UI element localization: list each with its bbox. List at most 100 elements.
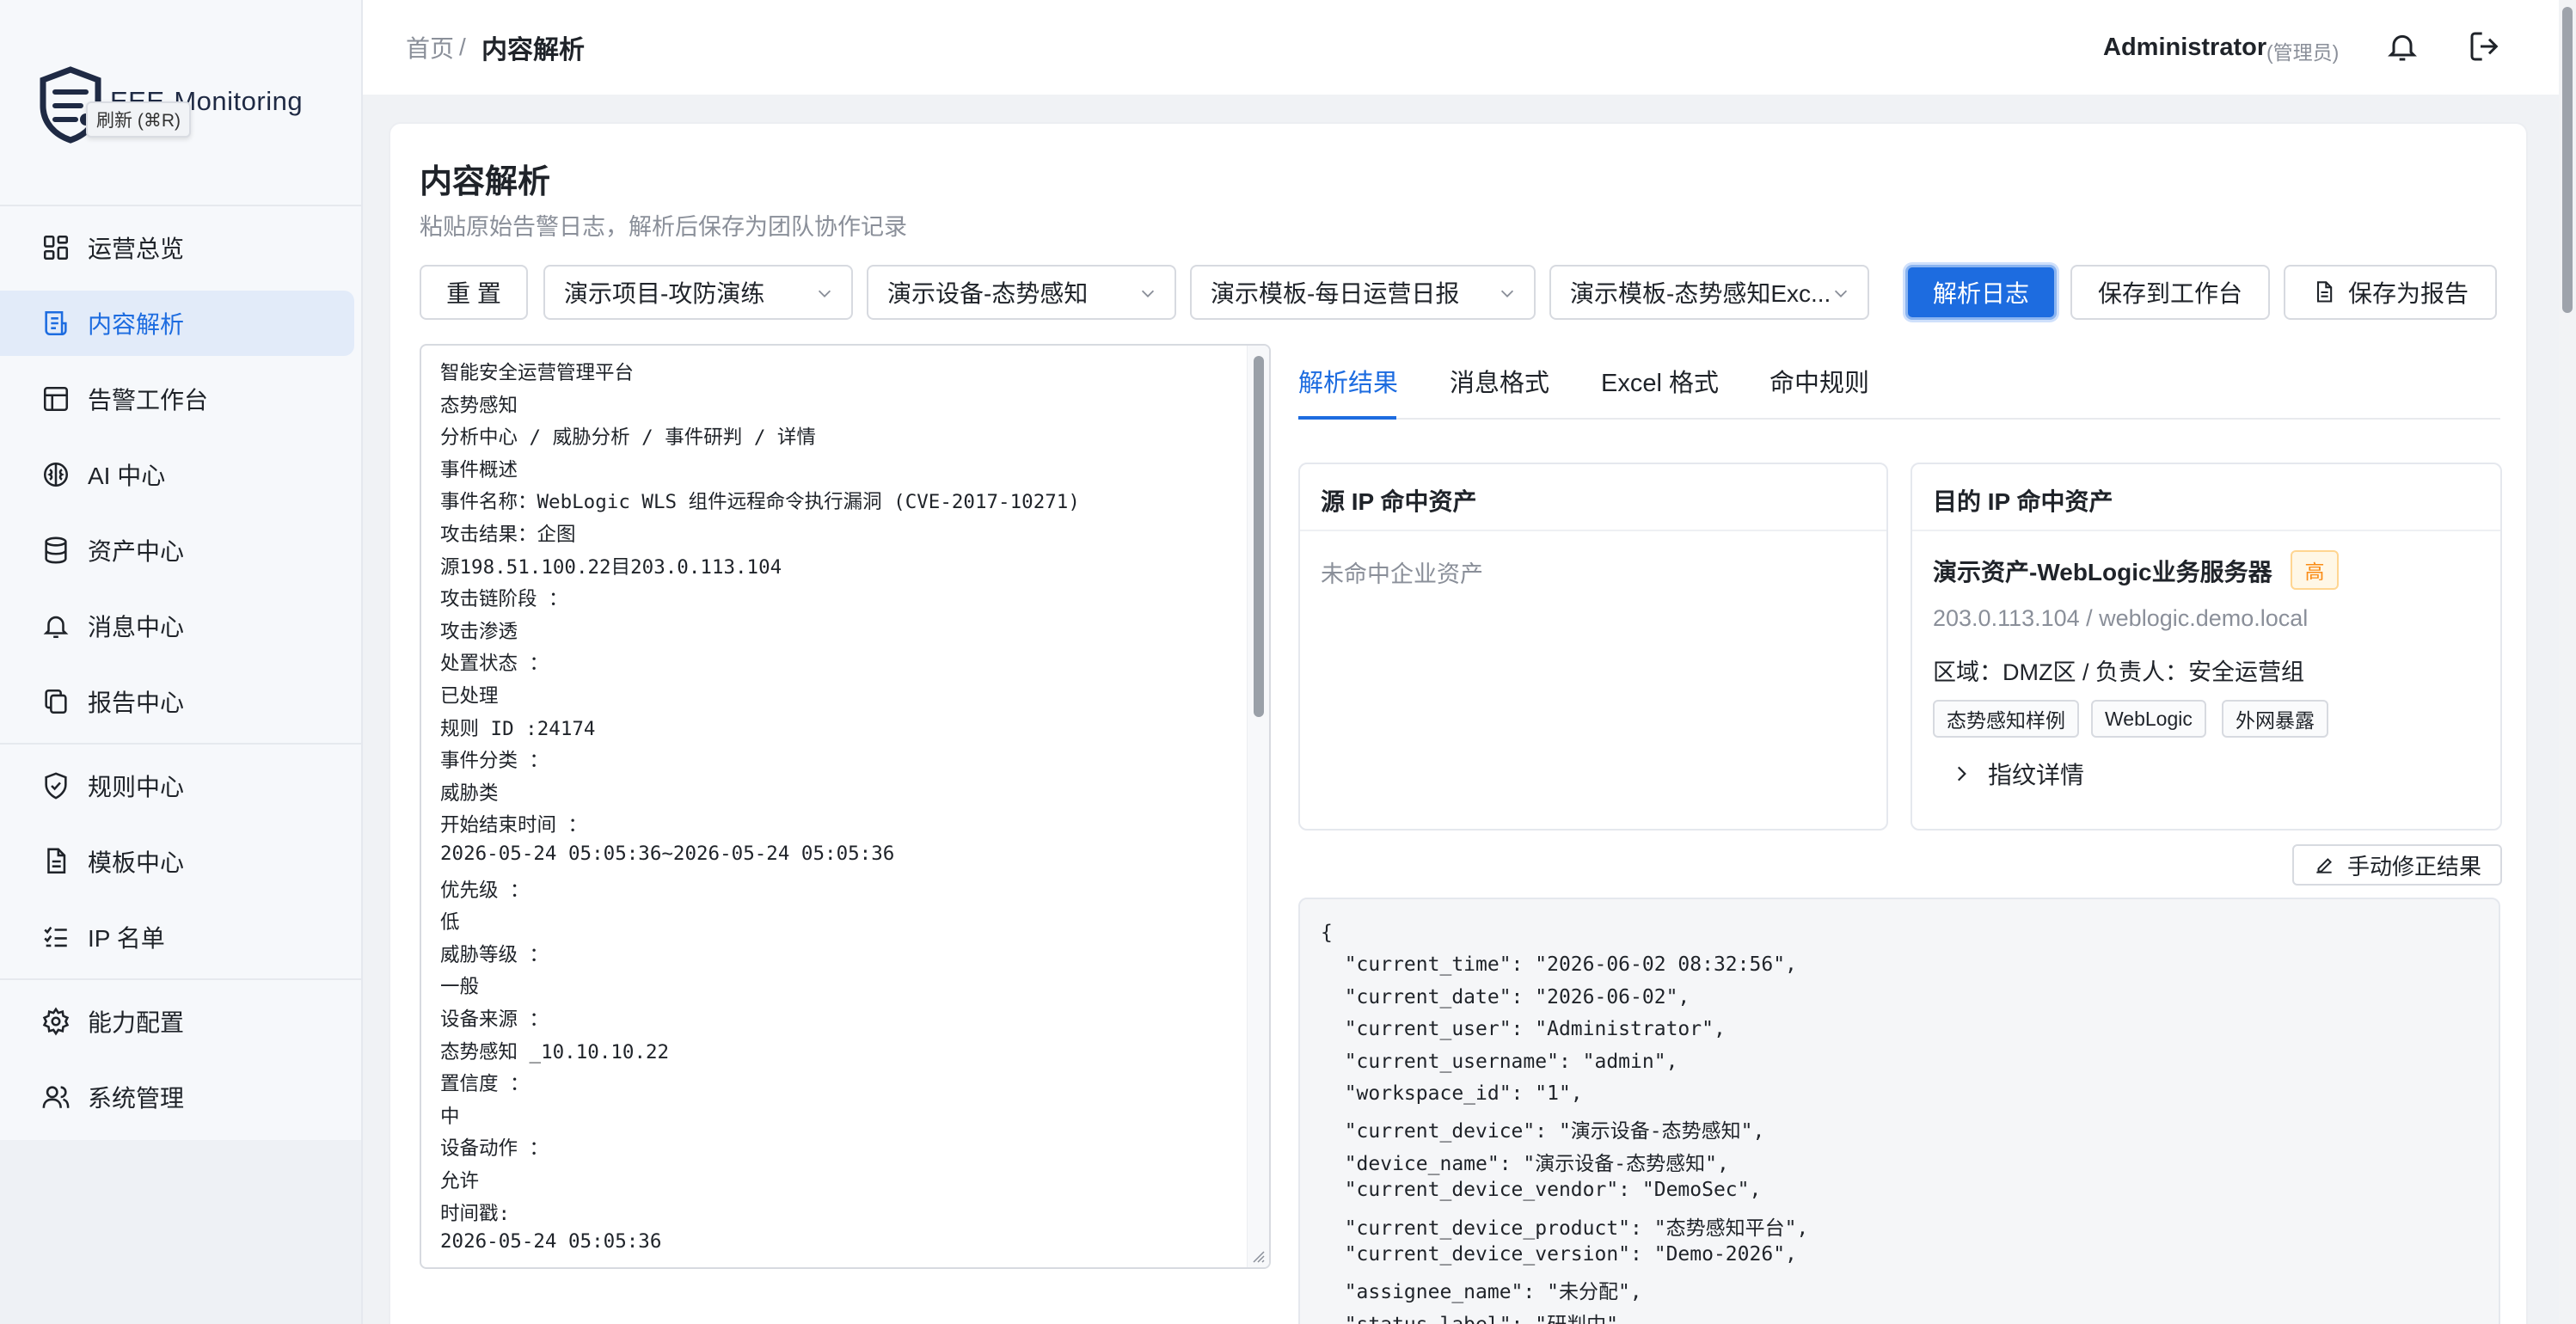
- sidebar-item-overview[interactable]: 运营总览: [0, 215, 354, 280]
- fingerprint-details-label: 指纹详情: [1988, 762, 2085, 788]
- json-line: {: [1321, 922, 1333, 944]
- content-card: 内容解析 粘贴原始告警日志，解析后保存为团队协作记录 重 置 演示项目-攻防演练…: [389, 122, 2528, 1324]
- chevron-down-icon: [818, 290, 831, 297]
- log-line: 时间戳:: [440, 1202, 511, 1225]
- logout-icon[interactable]: [2468, 29, 2502, 64]
- tab-message-format[interactable]: 消息格式: [1450, 363, 1549, 399]
- json-line: "current_device_product": "态势感知平台",: [1321, 1217, 1809, 1240]
- log-line: 源198.51.100.22目203.0.113.104: [440, 555, 782, 579]
- excel-template-select[interactable]: 演示模板-态势感知Exc...: [1549, 265, 1869, 320]
- log-line: 中: [440, 1105, 460, 1128]
- log-line: 事件名称：WebLogic WLS 组件远程命令执行漏洞 (CVE-2017-1…: [440, 491, 1080, 514]
- sidebar-item-alert-workbench[interactable]: 告警工作台: [0, 366, 354, 432]
- sidebar-item-content-parse[interactable]: 内容解析: [0, 291, 354, 356]
- project-select[interactable]: 演示项目-攻防演练: [543, 265, 853, 320]
- json-line: "current_device": "演示设备-态势感知",: [1321, 1120, 1765, 1143]
- sidebar-item-report-center[interactable]: 报告中心: [0, 669, 354, 734]
- panel-title: 源 IP 命中资产: [1321, 488, 1477, 515]
- json-line: "current_username": "admin",: [1321, 1050, 1678, 1073]
- save-as-report-button[interactable]: 保存为报告: [2284, 265, 2497, 320]
- sidebar-item-ip-list[interactable]: IP 名单: [0, 904, 354, 970]
- json-line: "current_device_vendor": "DemoSec",: [1321, 1179, 1762, 1202]
- gear-icon: [42, 1007, 70, 1036]
- top-header: 首页 / 内容解析 Administrator (管理员): [363, 0, 2561, 95]
- dest-ip-asset-panel: 目的 IP 命中资产 演示资产-WebLogic业务服务器 高 203.0.11…: [1911, 463, 2502, 831]
- asset-address: 203.0.113.104 / weblogic.demo.local: [1933, 605, 2309, 631]
- tabs-divider: [1298, 418, 2500, 420]
- log-line: 2026-05-24 05:05:36: [440, 1230, 662, 1254]
- chevron-down-icon: [1834, 290, 1848, 297]
- sidebar-item-label: 告警工作台: [88, 387, 209, 414]
- sidebar-footer: [0, 1140, 361, 1324]
- user-name[interactable]: Administrator: [2103, 34, 2266, 62]
- sidebar-item-system-admin[interactable]: 系统管理: [0, 1064, 354, 1130]
- sidebar-item-label: 消息中心: [88, 614, 185, 641]
- sidebar-item-label: 内容解析: [88, 311, 185, 338]
- json-line: "workspace_id": "1",: [1321, 1082, 1583, 1105]
- page-scrollbar-thumb[interactable]: [2562, 7, 2573, 313]
- chevron-right-icon: [1957, 766, 1966, 782]
- json-line: "current_date": "2026-06-02",: [1321, 985, 1690, 1008]
- log-line: 设备来源 ：: [440, 1008, 549, 1031]
- bell-icon[interactable]: [2385, 29, 2420, 64]
- parse-log-button[interactable]: 解析日志: [1905, 265, 2057, 320]
- file-icon: [2316, 281, 2333, 303]
- manual-fix-button[interactable]: 手动修正结果: [2292, 844, 2502, 886]
- sidebar-item-label: 规则中心: [88, 774, 185, 800]
- log-line: 攻击结果：企图: [440, 524, 576, 546]
- json-result-viewer: { "current_time": "2026-06-02 08:32:56",…: [1298, 898, 2500, 1324]
- log-line: 2026-05-24 05:05:36~2026-05-24 05:05:36: [440, 843, 895, 865]
- edit-icon: [2316, 858, 2332, 873]
- fingerprint-details-toggle[interactable]: 指纹详情: [1950, 757, 2084, 791]
- sidebar-item-message-center[interactable]: 消息中心: [0, 593, 354, 659]
- sidebar-item-ai-center[interactable]: AI 中心: [0, 442, 354, 507]
- json-line: "current_time": "2026-06-02 08:32:56",: [1321, 953, 1797, 977]
- sidebar: EEE-Monitoring 刷新 (⌘R) 运营总览 内容解析 告警工作台 A…: [0, 0, 363, 1324]
- panel-title: 目的 IP 命中资产: [1933, 488, 2113, 515]
- template-select[interactable]: 演示模板-每日运营日报: [1190, 265, 1536, 320]
- page-title: 内容解析: [420, 164, 551, 200]
- tab-parse-result[interactable]: 解析结果: [1298, 363, 1398, 399]
- sidebar-item-template-center[interactable]: 模板中心: [0, 829, 354, 894]
- tab-hit-rules[interactable]: 命中规则: [1769, 363, 1869, 399]
- sidebar-item-label: 系统管理: [88, 1085, 185, 1112]
- log-line: 允许: [440, 1170, 480, 1192]
- sidebar-item-capability-config[interactable]: 能力配置: [0, 989, 354, 1054]
- log-scrollbar-thumb[interactable]: [1254, 356, 1264, 717]
- dashboard-icon: [43, 235, 69, 261]
- parse-icon: [45, 310, 67, 336]
- log-line: 事件概述: [440, 458, 518, 481]
- template-select-value: 演示模板-每日运营日报: [1211, 280, 1460, 307]
- file-icon: [47, 848, 66, 874]
- json-line: "status_label": "研判中": [1321, 1308, 1618, 1324]
- device-select[interactable]: 演示设备-态势感知: [867, 265, 1176, 320]
- breadcrumb-current: 内容解析: [481, 36, 585, 64]
- nav-divider: [0, 978, 361, 980]
- save-to-workspace-button[interactable]: 保存到工作台: [2070, 265, 2270, 320]
- chevron-down-icon: [1500, 290, 1514, 297]
- sidebar-item-label: 模板中心: [88, 849, 185, 876]
- sidebar-item-label: 运营总览: [88, 236, 185, 262]
- asset-owner: 区域：DMZ区 / 负责人：安全运营组: [1933, 659, 2304, 685]
- log-line: 低: [440, 911, 460, 935]
- sidebar-item-label: 资产中心: [88, 538, 185, 565]
- log-line: 置信度 ：: [440, 1073, 530, 1096]
- nav-divider: [0, 743, 361, 745]
- sidebar-item-label: IP 名单: [88, 925, 165, 952]
- tab-excel-format[interactable]: Excel 格式: [1601, 363, 1719, 399]
- brand[interactable]: EEE-Monitoring: [38, 64, 347, 146]
- resize-handle-icon[interactable]: [1250, 1248, 1266, 1264]
- raw-log-textarea[interactable]: 智能安全运营管理平台 态势感知 分析中心 / 威胁分析 / 事件研判 / 详情 事件概…: [420, 344, 1271, 1269]
- reset-button[interactable]: 重 置: [420, 265, 528, 320]
- sidebar-item-rule-center[interactable]: 规则中心: [0, 753, 354, 818]
- asset-tag: 态势感知样例: [1933, 700, 2079, 738]
- active-tab-indicator: [1298, 416, 1396, 420]
- manual-fix-label: 手动修正结果: [2346, 853, 2481, 880]
- user-role: (管理员): [2266, 41, 2340, 64]
- log-line: 事件分类 ：: [440, 750, 549, 773]
- panel-divider: [1912, 530, 2500, 531]
- breadcrumb-home[interactable]: 首页: [406, 30, 454, 64]
- sidebar-item-asset-center[interactable]: 资产中心: [0, 518, 354, 583]
- log-line: 威胁等级 ：: [440, 943, 549, 966]
- nav-divider: [0, 205, 361, 206]
